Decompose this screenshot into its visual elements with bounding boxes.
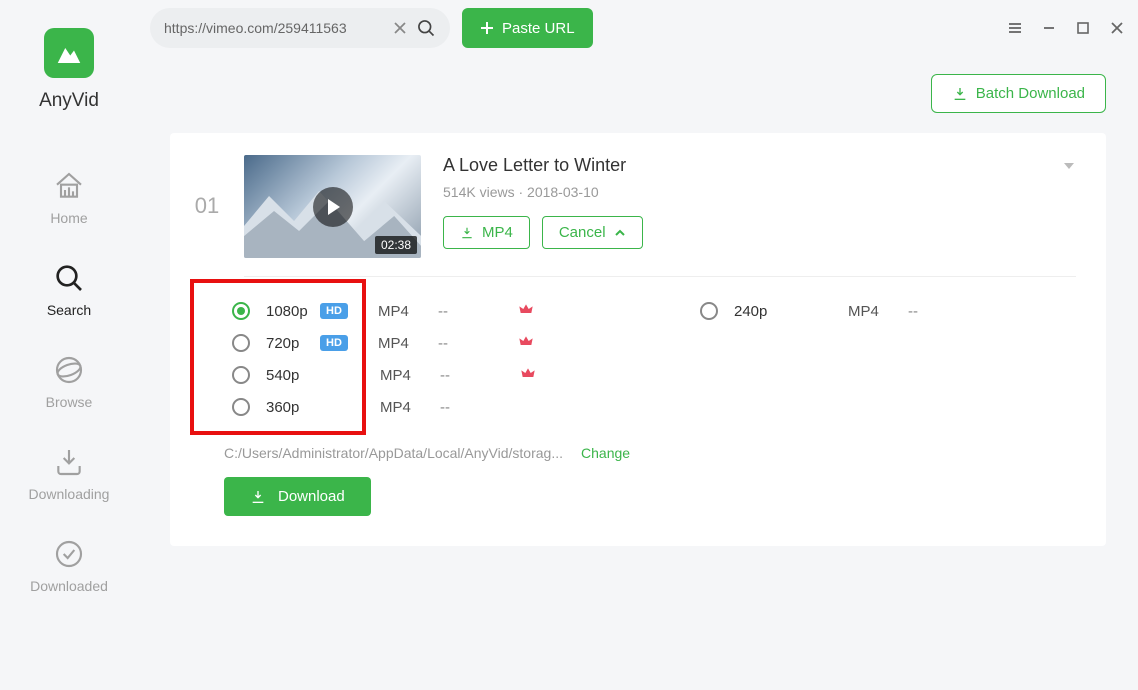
chevron-up-icon bbox=[614, 227, 626, 239]
minimize-icon[interactable] bbox=[1040, 20, 1058, 36]
crown-icon bbox=[518, 333, 534, 353]
size-label: -- bbox=[908, 303, 958, 320]
size-label: -- bbox=[438, 303, 488, 320]
video-title: A Love Letter to Winter bbox=[443, 155, 1076, 176]
size-label: -- bbox=[440, 367, 490, 384]
radio-icon[interactable] bbox=[700, 302, 718, 320]
size-label: -- bbox=[438, 335, 488, 352]
clear-icon[interactable] bbox=[392, 20, 408, 36]
batch-download-button[interactable]: Batch Download bbox=[931, 74, 1106, 113]
format-option[interactable]: 720pHD MP4-- bbox=[200, 327, 608, 359]
sidebar-item-label: Downloaded bbox=[30, 578, 108, 594]
cancel-button[interactable]: Cancel bbox=[542, 216, 643, 249]
download-button[interactable]: Download bbox=[224, 477, 371, 516]
download-icon bbox=[952, 86, 968, 102]
sidebar-item-downloaded[interactable]: Downloaded bbox=[0, 520, 138, 612]
video-meta: 514K views · 2018-03-10 bbox=[443, 184, 1076, 200]
save-path-row: C:/Users/Administrator/AppData/Local/Any… bbox=[192, 445, 1076, 461]
crown-icon bbox=[520, 365, 536, 385]
mp4-label: MP4 bbox=[482, 224, 513, 241]
size-label: -- bbox=[440, 399, 490, 416]
sidebar: AnyVid Home Search Browse Downloading Do… bbox=[0, 0, 138, 690]
paste-url-button[interactable]: Paste URL bbox=[462, 8, 593, 48]
video-index: 01 bbox=[192, 155, 222, 219]
result-card: 01 02:38 A Love Letter to Winter 514K vi… bbox=[170, 133, 1106, 546]
hd-badge: HD bbox=[320, 303, 348, 319]
download-label: Download bbox=[278, 488, 345, 505]
format-list: 1080pHDMP4--720pHDMP4--540pMP4--360pMP4-… bbox=[192, 295, 1076, 423]
sidebar-item-search[interactable]: Search bbox=[0, 244, 138, 336]
resolution-label: 360p bbox=[266, 399, 322, 416]
search-input[interactable] bbox=[164, 20, 392, 36]
search-icon bbox=[53, 262, 85, 294]
window-controls bbox=[1006, 20, 1126, 36]
hd-badge: HD bbox=[320, 335, 348, 351]
resolution-label: 240p bbox=[734, 303, 790, 320]
download-icon bbox=[250, 489, 266, 505]
downloaded-icon bbox=[53, 538, 85, 570]
menu-icon[interactable] bbox=[1006, 20, 1024, 36]
close-icon[interactable] bbox=[1108, 20, 1126, 36]
format-label: MP4 bbox=[380, 367, 440, 384]
cancel-label: Cancel bbox=[559, 224, 606, 241]
mp4-button[interactable]: MP4 bbox=[443, 216, 530, 249]
download-icon bbox=[460, 226, 474, 240]
video-header: 01 02:38 A Love Letter to Winter 514K vi… bbox=[192, 155, 1076, 258]
resolution-label: 1080p bbox=[266, 303, 322, 320]
sidebar-item-label: Search bbox=[47, 302, 91, 318]
crown-icon bbox=[518, 301, 534, 321]
format-label: MP4 bbox=[378, 303, 438, 320]
format-label: MP4 bbox=[378, 335, 438, 352]
app-logo bbox=[44, 28, 94, 78]
chevron-down-icon[interactable] bbox=[1062, 159, 1076, 178]
search-box bbox=[150, 8, 450, 48]
change-path-link[interactable]: Change bbox=[581, 445, 630, 461]
format-label: MP4 bbox=[380, 399, 440, 416]
sidebar-item-home[interactable]: Home bbox=[0, 152, 138, 244]
sidebar-item-label: Browse bbox=[46, 394, 93, 410]
save-path: C:/Users/Administrator/AppData/Local/Any… bbox=[224, 445, 563, 461]
radio-icon[interactable] bbox=[232, 398, 250, 416]
resolution-label: 540p bbox=[266, 367, 322, 384]
format-label: MP4 bbox=[848, 303, 908, 320]
main: Paste URL Batch Download 01 bbox=[138, 0, 1138, 690]
video-thumbnail[interactable]: 02:38 bbox=[244, 155, 421, 258]
search-icon[interactable] bbox=[416, 18, 436, 38]
sidebar-item-label: Downloading bbox=[29, 486, 110, 502]
sidebar-item-browse[interactable]: Browse bbox=[0, 336, 138, 428]
browse-icon bbox=[53, 354, 85, 386]
format-option[interactable]: 1080pHD MP4-- bbox=[200, 295, 608, 327]
radio-icon[interactable] bbox=[232, 334, 250, 352]
radio-icon[interactable] bbox=[232, 302, 250, 320]
radio-icon[interactable] bbox=[232, 366, 250, 384]
divider bbox=[244, 276, 1076, 277]
content: Batch Download 01 02:38 A Love Letter to… bbox=[138, 56, 1138, 690]
paste-url-label: Paste URL bbox=[502, 20, 575, 37]
sidebar-item-downloading[interactable]: Downloading bbox=[0, 428, 138, 520]
video-duration: 02:38 bbox=[375, 236, 417, 254]
batch-download-label: Batch Download bbox=[976, 85, 1085, 102]
play-icon bbox=[313, 187, 353, 227]
format-option[interactable]: 540p MP4-- bbox=[200, 359, 608, 391]
topbar: Paste URL bbox=[138, 0, 1138, 56]
sidebar-item-label: Home bbox=[50, 210, 87, 226]
plus-icon bbox=[480, 21, 494, 35]
format-option[interactable]: 360p MP4-- bbox=[200, 391, 608, 423]
resolution-label: 720p bbox=[266, 335, 322, 352]
downloading-icon bbox=[53, 446, 85, 478]
app-name: AnyVid bbox=[39, 90, 99, 112]
maximize-icon[interactable] bbox=[1074, 20, 1092, 36]
format-option[interactable]: 240p MP4-- bbox=[668, 295, 1076, 327]
home-icon bbox=[53, 170, 85, 202]
